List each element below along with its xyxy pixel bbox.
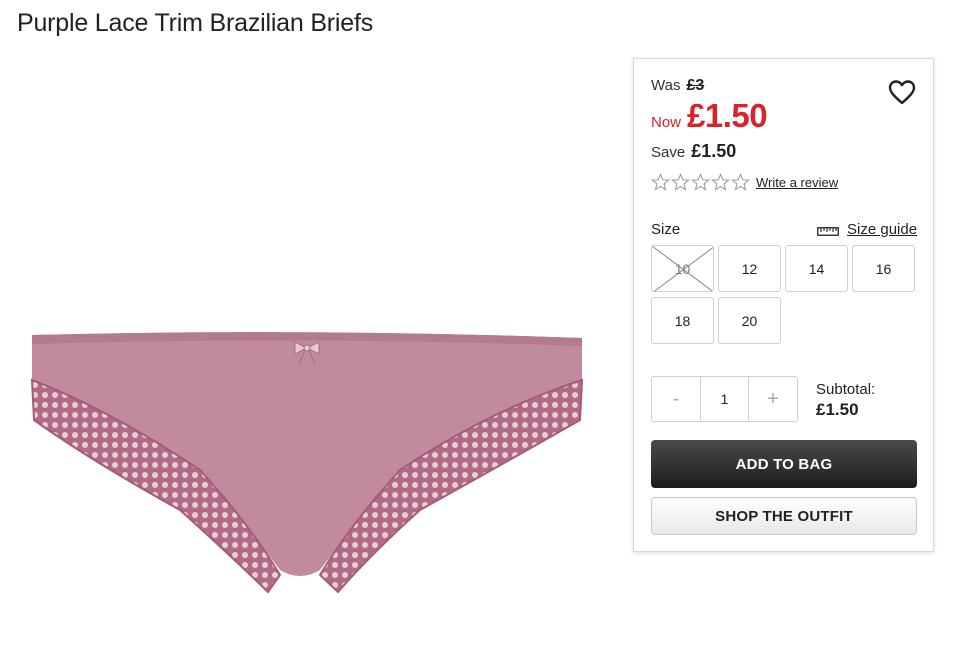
was-price-row: Was £3 <box>651 77 704 95</box>
purchase-panel: Was £3 Now £1.50 Save £1.50 Write a revi… <box>633 58 934 552</box>
size-option-label: 12 <box>741 260 758 277</box>
star-empty-icon <box>731 173 750 191</box>
size-guide-label: Size guide <box>847 221 918 238</box>
now-price-row: Now £1.50 <box>651 97 768 135</box>
rating-stars <box>651 173 750 192</box>
size-option-label: 14 <box>808 260 825 277</box>
size-option-20[interactable]: 20 <box>718 297 781 344</box>
quantity-input[interactable] <box>700 377 749 421</box>
size-option-18[interactable]: 18 <box>651 297 714 344</box>
ruler-icon <box>817 226 839 236</box>
subtotal-value: £1.50 <box>816 400 859 419</box>
size-option-14[interactable]: 14 <box>785 245 848 292</box>
star-empty-icon <box>671 173 690 191</box>
was-price: £3 <box>686 77 705 94</box>
size-label: Size <box>651 221 681 238</box>
size-option-label: 20 <box>741 312 758 329</box>
save-row: Save £1.50 <box>651 141 736 162</box>
save-label: Save <box>651 144 686 161</box>
now-label: Now <box>651 114 682 131</box>
size-guide-link[interactable]: Size guide <box>817 221 917 238</box>
now-price: £1.50 <box>687 97 768 134</box>
subtotal-label: Subtotal: <box>816 381 876 398</box>
quantity-decrease-button[interactable]: - <box>652 377 700 421</box>
size-option-12[interactable]: 12 <box>718 245 781 292</box>
size-option-16[interactable]: 16 <box>852 245 915 292</box>
star-empty-icon <box>691 173 710 191</box>
add-to-bag-button[interactable]: ADD TO BAG <box>651 440 917 488</box>
star-empty-icon <box>651 173 670 191</box>
quantity-stepper: - + <box>651 376 798 422</box>
product-image <box>30 332 584 594</box>
was-label: Was <box>651 77 681 94</box>
size-option-label: 16 <box>875 260 892 277</box>
shop-the-outfit-button[interactable]: SHOP THE OUTFIT <box>651 497 917 535</box>
star-empty-icon <box>711 173 730 191</box>
unavailable-cross-icon <box>652 246 713 291</box>
quantity-increase-button[interactable]: + <box>749 377 797 421</box>
page-title: Purple Lace Trim Brazilian Briefs <box>17 9 374 37</box>
subtotal: Subtotal: £1.50 <box>816 381 875 420</box>
size-option-10[interactable]: 10 <box>651 245 714 292</box>
save-price: £1.50 <box>691 141 737 161</box>
size-option-label: 18 <box>674 312 691 329</box>
write-review-link[interactable]: Write a review <box>756 175 838 190</box>
heart-outline-icon[interactable] <box>888 79 916 107</box>
